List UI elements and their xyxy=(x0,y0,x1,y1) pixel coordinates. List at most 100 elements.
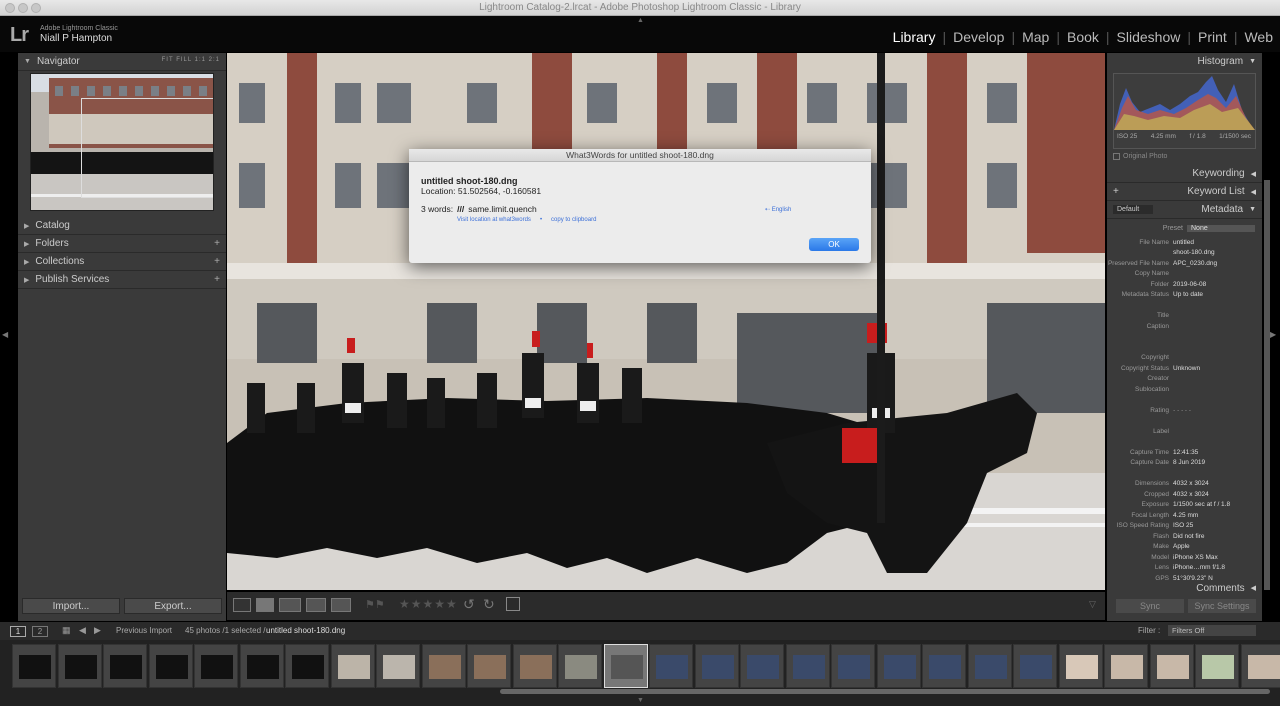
toolbar-menu-icon[interactable]: ▽ xyxy=(1089,599,1096,610)
right-panel-scrollbar[interactable] xyxy=(1264,180,1270,590)
metadata-value[interactable]: Up to date xyxy=(1173,291,1254,298)
main-window-button[interactable]: 1 xyxy=(10,626,26,637)
module-web[interactable]: Web xyxy=(1237,29,1280,49)
back-arrow-icon[interactable]: ◀ xyxy=(79,625,86,636)
navigator-view-frame[interactable] xyxy=(81,98,213,198)
keyword-list-header[interactable]: + Keyword List ◀ xyxy=(1107,183,1262,201)
metadata-value[interactable]: 1/1500 sec at f / 1.8 xyxy=(1173,501,1254,508)
collapse-bottom-arrow-icon[interactable]: ▼ xyxy=(637,697,644,704)
metadata-value[interactable]: shoot-180.dng xyxy=(1173,249,1254,256)
metadata-value[interactable]: 4032 x 3024 xyxy=(1173,491,1254,498)
add-icon[interactable]: + xyxy=(214,274,220,285)
grid-view-icon[interactable] xyxy=(233,598,251,612)
grid-icon[interactable]: ▦ xyxy=(62,625,71,636)
metadata-value[interactable]: Apple xyxy=(1173,543,1254,550)
module-book[interactable]: Book xyxy=(1060,29,1106,49)
metadata-preset-select[interactable]: Default xyxy=(1113,205,1154,214)
collapse-right-arrow-icon[interactable]: ▶ xyxy=(1270,330,1276,339)
filmstrip-scrollbar[interactable] xyxy=(500,689,1270,694)
selected-filename[interactable]: untitled shoot-180.dng xyxy=(266,626,345,635)
module-develop[interactable]: Develop xyxy=(946,29,1011,49)
add-keyword-icon[interactable]: + xyxy=(1113,186,1119,197)
metadata-value[interactable]: 4.25 mm xyxy=(1173,512,1254,519)
filmstrip-thumbnail[interactable] xyxy=(1013,644,1057,688)
panel-catalog[interactable]: ▶ Catalog xyxy=(18,217,226,235)
filter-select[interactable]: Filters Off xyxy=(1168,625,1256,636)
filmstrip-thumbnail[interactable] xyxy=(12,644,56,688)
histogram[interactable]: ISO 25 4.25 mm f / 1.8 1/1500 sec xyxy=(1113,73,1256,149)
filmstrip-thumbnail[interactable] xyxy=(239,644,284,688)
filmstrip-thumbnail[interactable] xyxy=(1240,644,1280,688)
people-view-icon[interactable] xyxy=(331,598,351,612)
filmstrip-thumbnail[interactable] xyxy=(831,644,875,688)
histogram-header[interactable]: Histogram ▼ xyxy=(1107,53,1262,69)
filmstrip-thumbnail[interactable] xyxy=(876,644,921,688)
filmstrip-thumbnail[interactable] xyxy=(148,644,193,688)
loupe-view[interactable] xyxy=(227,53,1105,590)
module-slideshow[interactable]: Slideshow xyxy=(1110,29,1188,49)
filmstrip-thumbnail[interactable] xyxy=(967,644,1012,688)
navigator-header[interactable]: ▼ Navigator FIT FILL 1:1 2:1 xyxy=(18,53,226,71)
navigator-preview[interactable] xyxy=(30,73,214,211)
module-map[interactable]: Map xyxy=(1015,29,1056,49)
survey-view-icon[interactable] xyxy=(306,598,326,612)
filmstrip-thumbnail[interactable] xyxy=(285,644,329,688)
forward-arrow-icon[interactable]: ▶ xyxy=(94,625,101,636)
filmstrip-thumbnail[interactable] xyxy=(740,644,784,688)
keywording-header[interactable]: Keywording ◀ xyxy=(1107,165,1262,183)
metadata-value[interactable]: 8 Jun 2019 xyxy=(1173,459,1254,466)
ok-button[interactable]: OK xyxy=(809,238,859,251)
source-label[interactable]: Previous Import xyxy=(116,626,172,635)
filmstrip-thumbnail[interactable] xyxy=(57,644,102,688)
rotate-right-icon[interactable]: ↻ xyxy=(483,596,495,613)
rotate-left-icon[interactable]: ↺ xyxy=(463,596,475,613)
loupe-view-icon[interactable] xyxy=(256,598,274,612)
metadata-value[interactable]: ISO 25 xyxy=(1173,522,1254,529)
add-icon[interactable]: + xyxy=(214,256,220,267)
filmstrip-thumbnail[interactable] xyxy=(1195,644,1239,688)
crop-overlay-icon[interactable] xyxy=(506,597,520,611)
add-icon[interactable]: + xyxy=(214,238,220,249)
metadata-value[interactable]: APC_0230.dng xyxy=(1173,260,1254,267)
metadata-value[interactable]: untitled xyxy=(1173,239,1254,246)
metadata-value[interactable]: Unknown xyxy=(1173,365,1254,372)
metadata-value[interactable]: Did not fire xyxy=(1173,533,1254,540)
export-button[interactable]: Export... xyxy=(124,598,222,614)
filmstrip-thumbnail[interactable] xyxy=(376,644,420,688)
metadata-value[interactable]: · · · · · xyxy=(1173,407,1254,414)
metadata-header[interactable]: Default Metadata ▼ xyxy=(1107,201,1262,219)
collapse-top-arrow-icon[interactable]: ▲ xyxy=(637,17,644,24)
panel-collections[interactable]: ▶ Collections + xyxy=(18,253,226,271)
compare-view-icon[interactable] xyxy=(279,598,301,612)
filmstrip-thumbnail[interactable] xyxy=(922,644,966,688)
filmstrip-thumbnail[interactable] xyxy=(603,644,648,688)
metadata-value[interactable]: iPhone XS Max xyxy=(1173,554,1254,561)
flag-icons[interactable]: ⚑⚑ xyxy=(365,598,391,612)
metadata-value[interactable]: iPhone…mm f/1.8 xyxy=(1173,564,1254,571)
collapse-left-arrow-icon[interactable]: ◀ xyxy=(2,330,8,339)
panel-folders[interactable]: ▶ Folders + xyxy=(18,235,226,253)
language-select[interactable]: ⇠ English xyxy=(765,206,791,213)
preset-select[interactable]: None xyxy=(1187,224,1255,232)
sync-button[interactable]: Sync xyxy=(1116,599,1184,613)
visit-location-link[interactable]: Visit location at what3words xyxy=(457,217,531,223)
second-window-button[interactable]: 2 xyxy=(32,626,48,637)
module-library[interactable]: Library xyxy=(886,29,943,49)
navigator-zoom-options[interactable]: FIT FILL 1:1 2:1 xyxy=(162,57,220,63)
comments-header[interactable]: Comments ◀ xyxy=(1107,580,1262,596)
sync-settings-button[interactable]: Sync Settings xyxy=(1188,599,1256,613)
filmstrip-thumbnail[interactable] xyxy=(421,644,466,688)
filmstrip-thumbnail[interactable] xyxy=(1104,644,1148,688)
metadata-value[interactable]: 2019-06-08 xyxy=(1173,281,1254,288)
filmstrip-thumbnail[interactable] xyxy=(694,644,739,688)
module-print[interactable]: Print xyxy=(1191,29,1234,49)
filmstrip-thumbnail[interactable] xyxy=(467,644,511,688)
filmstrip-thumbnail[interactable] xyxy=(649,644,693,688)
filmstrip-thumbnail[interactable] xyxy=(558,644,602,688)
filmstrip-thumbnail[interactable] xyxy=(1058,644,1103,688)
metadata-value[interactable]: 4032 x 3024 xyxy=(1173,480,1254,487)
metadata-value[interactable]: 12:41:35 xyxy=(1173,449,1254,456)
copy-clipboard-link[interactable]: copy to clipboard xyxy=(551,217,596,223)
panel-publish-services[interactable]: ▶ Publish Services + xyxy=(18,271,226,289)
star-rating-icons[interactable]: ★★★★★ xyxy=(399,597,458,611)
